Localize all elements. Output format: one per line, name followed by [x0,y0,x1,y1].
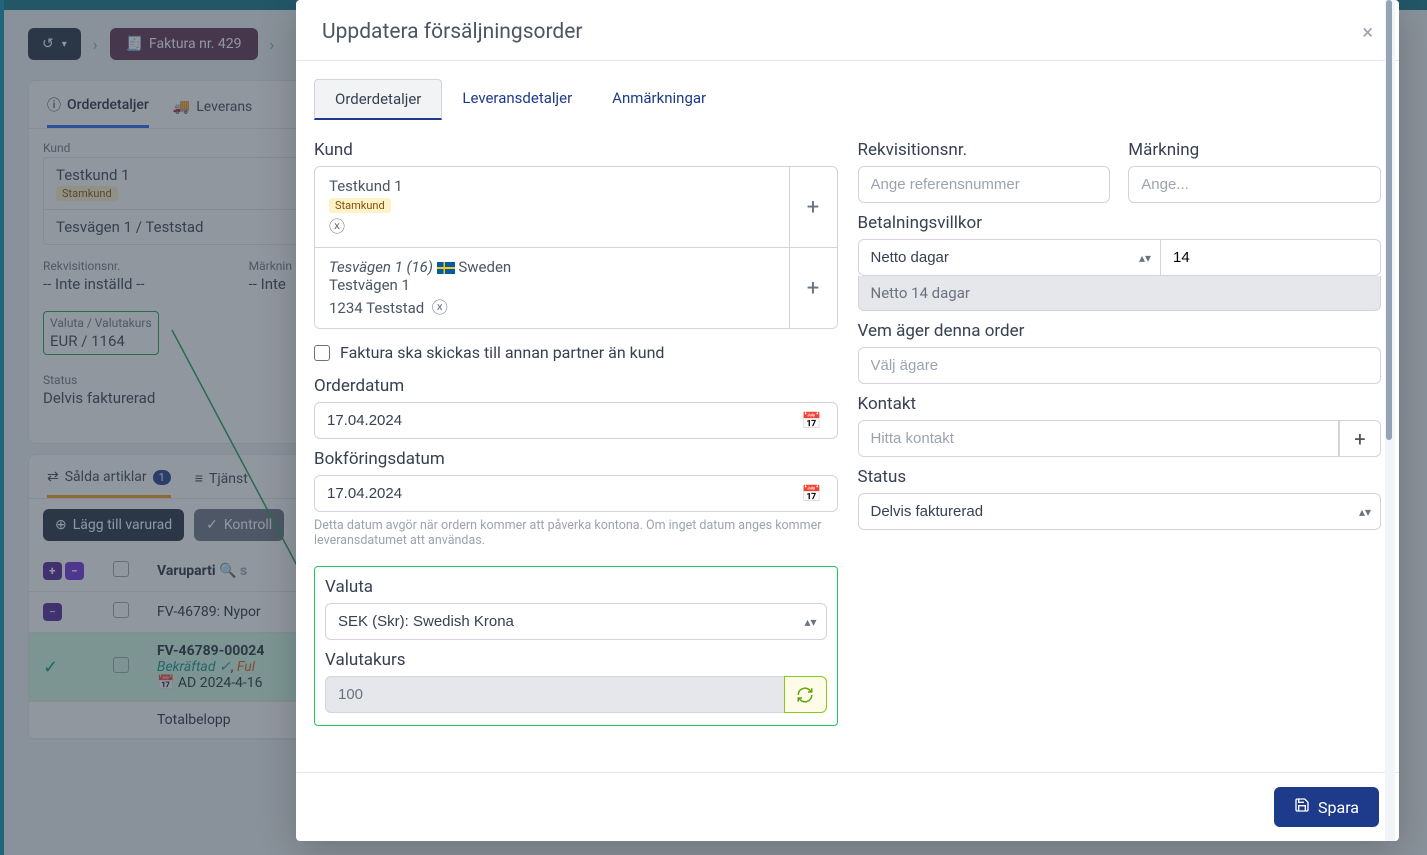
customer-box: Testkund 1 Stamkund ⓧ + Tesvägen 1 (16) … [314,166,838,329]
address-line: 1234 Teststad [329,299,424,317]
currency-label: Valuta [325,577,827,597]
select-caret-icon: ▴▾ [804,615,816,629]
tab-orderdetails[interactable]: Orderdetaljer [314,79,442,120]
country: Sweden [458,258,511,276]
select-caret-icon: ▴▾ [1139,251,1151,265]
add-address-button[interactable]: + [789,248,837,328]
contact-input[interactable] [858,420,1339,457]
flag-sweden-icon [437,262,455,274]
exchange-rate-input[interactable] [325,676,785,713]
tab-deliverydetails[interactable]: Leveransdetaljer [442,79,592,120]
refresh-rate-button[interactable] [784,676,826,713]
status-label: Status [858,467,1382,487]
clear-address-icon[interactable]: ⓧ [432,294,448,318]
save-button[interactable]: Spara [1274,787,1379,827]
currency-section-highlight: Valuta SEK (Skr): Swedish Krona ▴▾ Valut… [314,566,838,726]
orderdate-input[interactable] [314,402,838,439]
rate-label: Valutakurs [325,650,827,670]
checkbox-label: Faktura ska skickas till annan partner ä… [340,343,664,362]
req-input[interactable] [858,166,1111,203]
payment-terms-select[interactable]: Netto dagar [858,239,1162,276]
payment-days-input[interactable] [1161,239,1381,276]
tab-notes[interactable]: Anmärkningar [592,79,726,120]
address-line: Testvägen 1 [329,276,410,294]
close-button[interactable]: × [1362,20,1373,44]
update-order-modal: Uppdatera försäljningsorder × Orderdetal… [296,0,1399,841]
select-caret-icon: ▴▾ [1359,505,1371,519]
owner-input[interactable] [858,347,1382,384]
currency-select[interactable]: SEK (Skr): Swedish Krona [325,603,827,640]
bookdate-help: Detta datum avgör när ordern kommer att … [314,518,838,548]
modal-title: Uppdatera försäljningsorder [322,20,583,44]
owner-label: Vem äger denna order [858,321,1382,341]
refresh-icon [796,686,814,704]
payment-label: Betalningsvillkor [858,213,1382,233]
bookdate-label: Bokföringsdatum [314,449,838,469]
marking-input[interactable] [1128,166,1381,203]
status-select[interactable]: Delvis fakturerad [858,493,1382,530]
clear-customer-icon[interactable]: ⓧ [329,213,345,237]
save-icon [1294,797,1310,817]
add-contact-button[interactable]: + [1339,420,1381,457]
contact-label: Kontakt [858,394,1382,414]
customer-name: Testkund 1 [329,177,775,195]
marking-label: Märkning [1128,140,1381,160]
other-partner-checkbox[interactable] [314,345,330,361]
add-customer-button[interactable]: + [789,167,837,247]
req-label: Rekvisitionsnr. [858,140,1111,160]
bookdate-input[interactable] [314,475,838,512]
save-label: Spara [1318,798,1359,817]
orderdate-label: Orderdatum [314,376,838,396]
scrollbar-thumb[interactable] [1386,0,1392,440]
address-line: Tesvägen 1 (16) [329,258,433,276]
payment-help: Netto 14 dagar [858,276,1382,311]
customer-tag: Stamkund [329,198,391,213]
scrollbar-track[interactable] [1385,0,1395,841]
customer-label: Kund [314,140,838,160]
